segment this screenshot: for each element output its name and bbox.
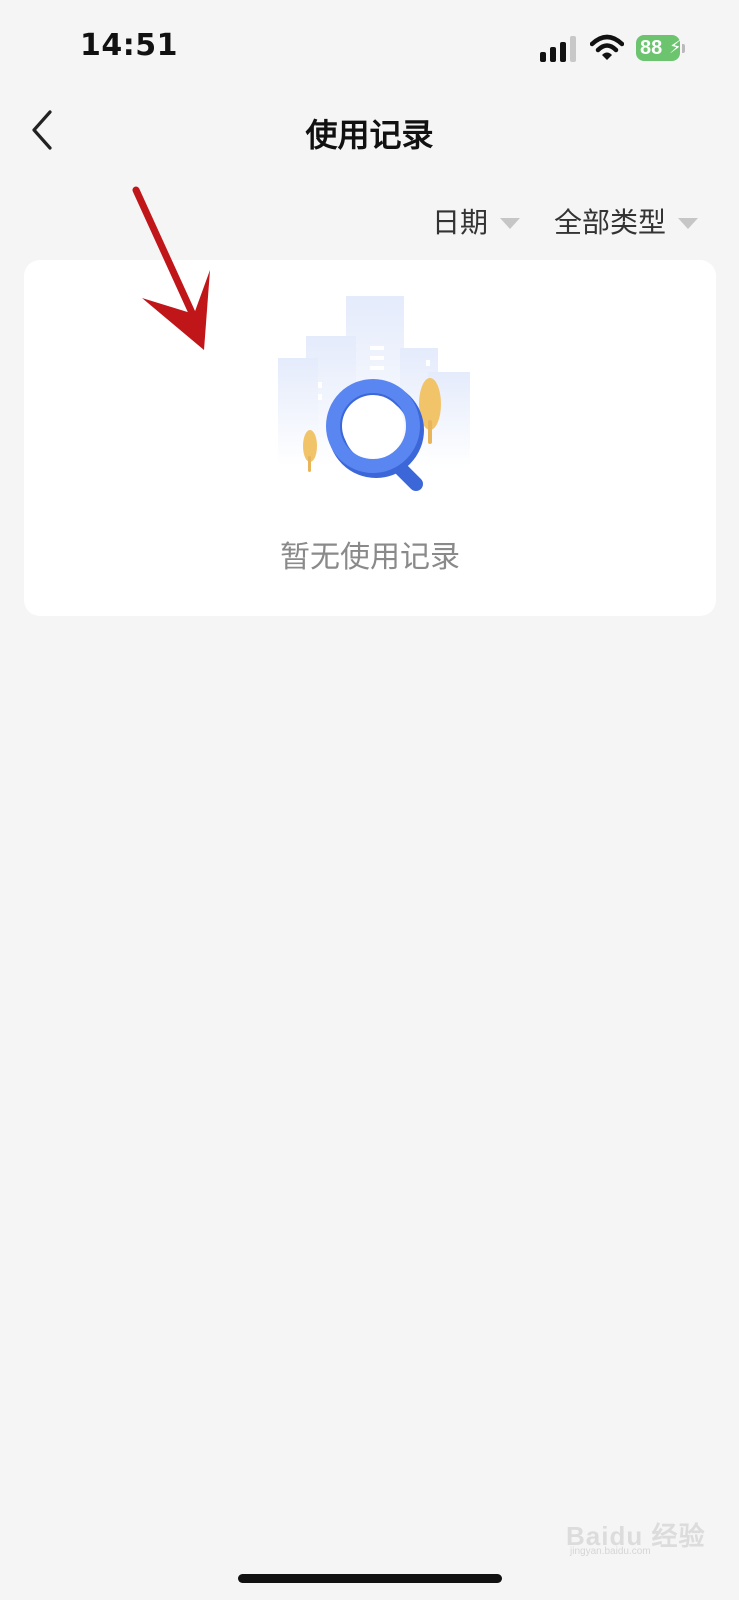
date-filter-dropdown[interactable]: 日期 [432, 196, 521, 246]
baidu-watermark: Baidu 经验 jingyan.baidu.com [566, 1496, 716, 1557]
status-bar: 14:51 88 ⚡ [0, 0, 739, 96]
watermark-sub: jingyan.baidu.com [570, 1546, 651, 1557]
home-indicator[interactable] [238, 1574, 502, 1583]
filter-bar: 日期 全部类型 [0, 196, 739, 246]
status-time: 14:51 [80, 28, 178, 63]
caret-down-icon [500, 217, 521, 229]
caret-down-icon [678, 217, 699, 229]
battery-charging-icon: 88 ⚡ [636, 35, 685, 63]
battery-cap [682, 44, 685, 53]
magnifier-search-icon [278, 296, 470, 491]
nav-bar: 使用记录 [0, 96, 739, 166]
wifi-icon [590, 34, 624, 60]
date-filter-label: 日期 [432, 206, 489, 239]
annotation-arrow-icon [132, 186, 210, 350]
cellular-signal-icon [540, 36, 576, 62]
empty-state-message: 暂无使用记录 [280, 540, 460, 575]
type-filter-dropdown[interactable]: 全部类型 [554, 196, 699, 246]
page-title: 使用记录 [305, 116, 434, 154]
bolt-icon: ⚡ [669, 37, 682, 58]
type-filter-label: 全部类型 [554, 206, 667, 239]
